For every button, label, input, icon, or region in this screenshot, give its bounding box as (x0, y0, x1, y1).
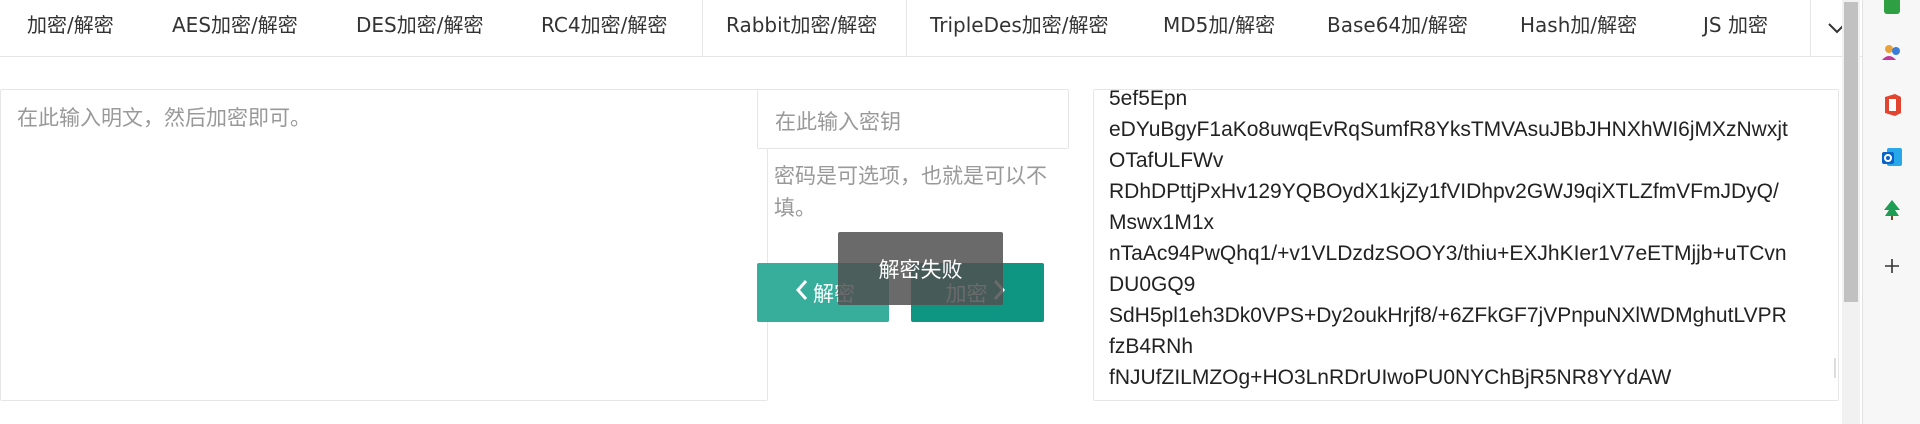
key-input[interactable]: 在此输入密钥 (757, 89, 1069, 149)
tab-bar: 加密/解密 AES加密/解密 DES加密/解密 RC4加密/解密 Rabbit加… (0, 0, 1862, 57)
ciphertext-line: 5ef5Epn (1109, 89, 1188, 110)
key-placeholder: 在此输入密钥 (775, 110, 901, 134)
error-toast: 解密失败 (838, 232, 1003, 305)
tab-rc4[interactable]: RC4加密/解密 (541, 0, 667, 56)
plaintext-placeholder: 在此输入明文，然后加密即可。 (17, 106, 311, 130)
plus-icon[interactable] (1880, 254, 1904, 278)
scrollbar-thumb[interactable] (1844, 2, 1858, 302)
browser-sidebar (1862, 0, 1920, 424)
ciphertext-line: RDhDPttjPxHv129YQBOydX1kjZy1fVIDhpv2GWJ9… (1109, 180, 1779, 203)
tab-md5[interactable]: MD5加/解密 (1163, 0, 1275, 56)
tab-divider (1810, 0, 1811, 56)
ciphertext-output[interactable]: 5ef5Epn eDYuBgyF1aKo8uwqEvRqSumfR8YksTMV… (1093, 89, 1839, 401)
tab-encrypt-decrypt[interactable]: 加密/解密 (27, 0, 114, 56)
tab-js-encrypt[interactable]: JS 加密 (1703, 0, 1768, 56)
plaintext-input[interactable]: 在此输入明文，然后加密即可。 (0, 89, 768, 401)
ciphertext-line: OTafULFWv (1109, 149, 1224, 172)
ciphertext-line: eDYuBgyF1aKo8uwqEvRqSumfR8YksTMVAsuJBbJH… (1109, 118, 1788, 141)
tab-tripledes[interactable]: TripleDes加密/解密 (930, 0, 1108, 56)
chevron-left-icon (795, 279, 809, 307)
office-icon[interactable] (1880, 93, 1904, 117)
copilot-icon[interactable] (1880, 0, 1904, 18)
tree-icon[interactable] (1880, 198, 1904, 222)
tab-divider (702, 0, 703, 56)
resize-handle[interactable] (1834, 358, 1836, 378)
ciphertext-line: fNJUfZILMZOg+HO3LnRDrUIwoPU0NYChBjR5NR8Y… (1109, 366, 1672, 389)
ciphertext-text: 5ef5Epn eDYuBgyF1aKo8uwqEvRqSumfR8YksTMV… (1109, 89, 1819, 393)
tab-des[interactable]: DES加密/解密 (356, 0, 483, 56)
tab-base64[interactable]: Base64加/解密 (1327, 0, 1468, 56)
ciphertext-line: SdH5pl1eh3Dk0VPS+Dy2oukHrjf8/+6ZFkGF7jVP… (1109, 304, 1787, 327)
ciphertext-line: Mswx1M1x (1109, 211, 1215, 234)
ciphertext-line: DU0GQ9 (1109, 273, 1196, 296)
ciphertext-line: fzB4RNh (1109, 335, 1194, 358)
tab-rabbit[interactable]: Rabbit加密/解密 (726, 0, 877, 56)
key-hint: 密码是可选项，也就是可以不填。 (774, 164, 1047, 220)
ciphertext-line: nTaAc94PwQhq1/+v1VLDzdzSOOY3/thiu+EXJhKI… (1109, 242, 1787, 265)
tab-hash[interactable]: Hash加/解密 (1520, 0, 1637, 56)
people-icon[interactable] (1880, 40, 1904, 64)
outlook-icon[interactable] (1880, 145, 1904, 169)
page-scrollbar[interactable] (1842, 0, 1860, 424)
tab-divider (906, 0, 907, 56)
tab-aes[interactable]: AES加密/解密 (172, 0, 298, 56)
